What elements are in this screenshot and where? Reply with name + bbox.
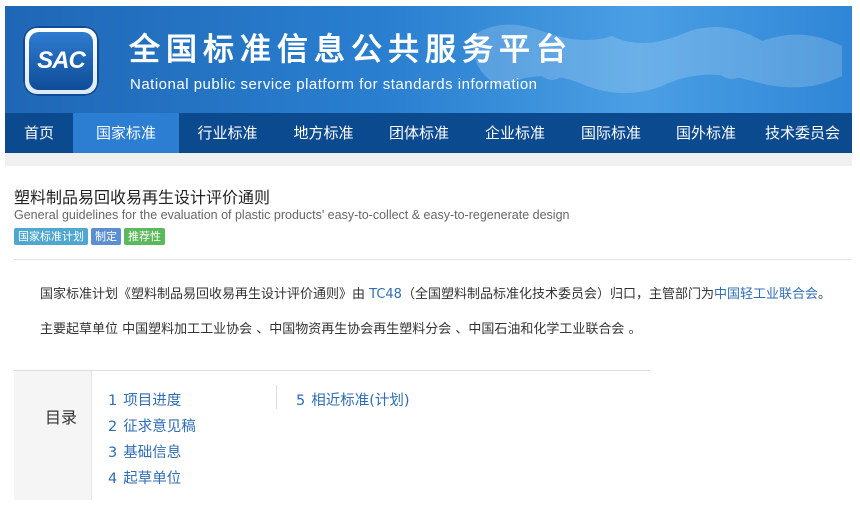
site-banner: SAC 全国标准信息公共服务平台 National public service… [5, 6, 852, 113]
sac-logo[interactable]: SAC [23, 26, 99, 96]
nav-item-technical-committees[interactable]: 技术委员会 [753, 113, 852, 153]
main-nav: 首页 国家标准 行业标准 地方标准 团体标准 企业标准 国际标准 国外标准 技术… [5, 113, 852, 153]
summary-text: （全国塑料制品标准化技术委员会）归口，主管部门为 [401, 287, 714, 302]
toc-column-separator [276, 385, 277, 409]
section-divider [14, 259, 852, 260]
nav-item-foreign-standards[interactable]: 国外标准 [659, 113, 753, 153]
toc-label: 目录 [45, 408, 78, 427]
site-title-cn: 全国标准信息公共服务平台 [129, 32, 573, 68]
nav-item-industry-standards[interactable]: 行业标准 [179, 113, 276, 153]
summary-text: 国家标准计划《塑料制品易回收易再生设计评价通则》由 [40, 287, 370, 302]
toc-label-box: 目录 [14, 371, 92, 500]
standard-badges: 国家标准计划 制定 推荐性 [14, 228, 165, 245]
logo-text: SAC [29, 32, 93, 90]
nav-item-group-standards[interactable]: 团体标准 [371, 113, 467, 153]
toc-column-1: 1 项目进度 2 征求意见稿 3 基础信息 4 起草单位 [108, 388, 196, 492]
summary-paragraph-2: 主要起草单位 中国塑料加工工业协会 、中国物资再生协会再生塑料分会 、中国石油和… [40, 322, 642, 337]
nav-item-international-standards[interactable]: 国际标准 [563, 113, 659, 153]
badge-recommended: 推荐性 [124, 228, 165, 245]
standard-title: 塑料制品易回收易再生设计评价通则 [14, 188, 271, 207]
summary-paragraph-1: 国家标准计划《塑料制品易回收易再生设计评价通则》由 TC48（全国塑料制品标准化… [40, 283, 831, 302]
toc-item-similar-standards[interactable]: 5 相近标准(计划) [296, 388, 410, 414]
site-title-en: National public service platform for sta… [130, 76, 538, 93]
nav-spacer [5, 153, 852, 166]
standard-title-en: General guidelines for the evaluation of… [14, 208, 570, 222]
nav-item-local-standards[interactable]: 地方标准 [276, 113, 371, 153]
toc-item-drafting-units[interactable]: 4 起草单位 [108, 466, 196, 492]
nav-item-national-standards[interactable]: 国家标准 [73, 113, 179, 153]
toc-item-draft-for-comment[interactable]: 2 征求意见稿 [108, 414, 196, 440]
toc-column-2: 5 相近标准(计划) [296, 388, 410, 414]
badge-formulate: 制定 [91, 228, 121, 245]
toc-item-basic-info[interactable]: 3 基础信息 [108, 440, 196, 466]
nav-item-home[interactable]: 首页 [5, 113, 73, 153]
table-of-contents: 目录 1 项目进度 2 征求意见稿 3 基础信息 4 起草单位 5 相近标准(计划) [14, 370, 650, 500]
tc-link[interactable]: TC48 [369, 287, 402, 302]
toc-item-progress[interactable]: 1 项目进度 [108, 388, 196, 414]
badge-national-plan: 国家标准计划 [14, 228, 88, 245]
nav-item-enterprise-standards[interactable]: 企业标准 [467, 113, 563, 153]
department-link[interactable]: 中国轻工业联合会 [714, 287, 818, 302]
summary-text: 。 [817, 287, 831, 302]
